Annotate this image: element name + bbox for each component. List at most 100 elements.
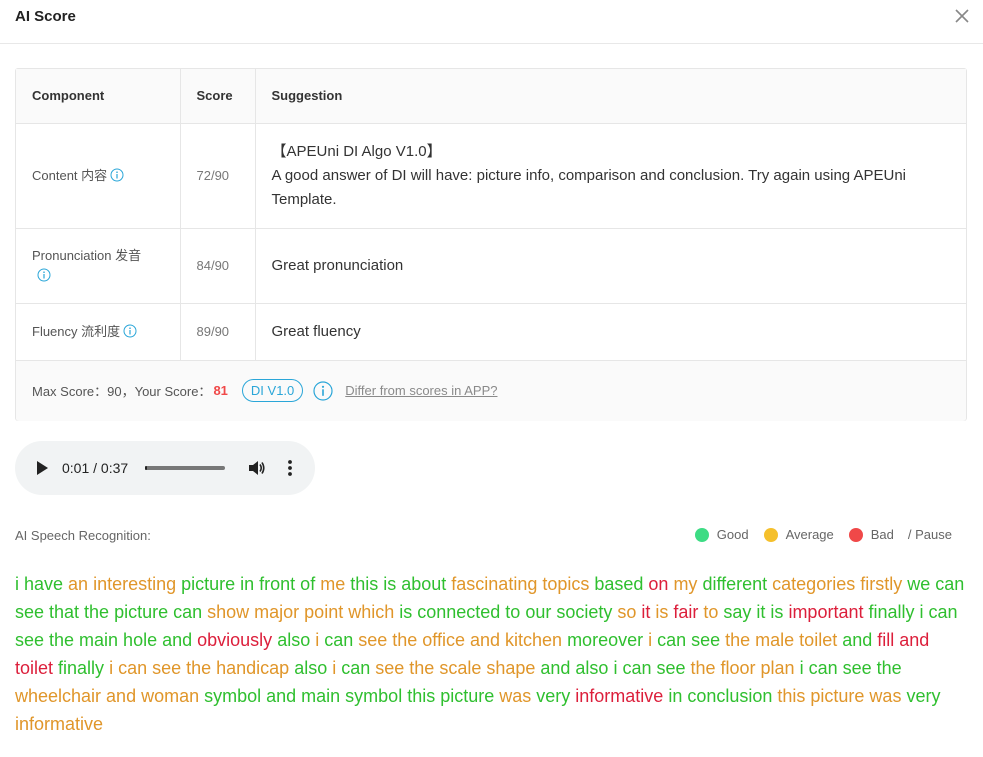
play-icon[interactable] bbox=[35, 460, 49, 476]
header-suggestion: Suggestion bbox=[255, 69, 966, 124]
transcript-segment: fascinating topics bbox=[446, 574, 590, 594]
transcript-segment: conclusion bbox=[682, 686, 773, 706]
transcript-segment: i bbox=[310, 630, 320, 650]
speech-transcript: i have an interesting picture in front o… bbox=[15, 570, 965, 738]
transcript-segment: very bbox=[901, 686, 941, 706]
transcript-segment: on bbox=[643, 574, 669, 594]
table-row-content: Content 内容 72/90 【APEUni DI Algo V1.0】 A… bbox=[16, 123, 966, 229]
dialog-header: AI Score bbox=[0, 0, 983, 44]
suggestion-text: A good answer of DI will have: picture i… bbox=[271, 166, 907, 208]
dialog-title: AI Score bbox=[15, 8, 76, 25]
transcript-segment: i bbox=[104, 658, 114, 678]
transcript-segment: to bbox=[698, 602, 719, 622]
transcript-segment: was bbox=[494, 686, 532, 706]
more-options-icon[interactable] bbox=[287, 459, 293, 477]
version-badge: DI V1.0 bbox=[241, 379, 304, 402]
score-summary: Max Score：90，Your Score： 81 DI V1.0 Diff… bbox=[16, 360, 966, 421]
transcript-segment: an interesting bbox=[63, 574, 177, 594]
transcript-segment: see the office and kitchen bbox=[353, 630, 563, 650]
transcript-segment: symbol and main symbol this picture bbox=[199, 686, 495, 706]
transcript-segment: very bbox=[531, 686, 571, 706]
differ-scores-link[interactable]: Differ from scores in APP? bbox=[345, 383, 497, 398]
suggestion-title: 【APEUni DI Algo V1.0】 bbox=[271, 142, 442, 160]
legend-good: Good bbox=[694, 527, 749, 542]
info-icon[interactable] bbox=[110, 168, 124, 182]
audio-player: 0:01 / 0:37 bbox=[15, 441, 315, 495]
legend-good-label: Good bbox=[716, 527, 749, 542]
transcript-segment: i can see bbox=[608, 658, 686, 678]
component-cell: Fluency 流利度 bbox=[16, 303, 181, 361]
suggestion-cell: Great pronunciation bbox=[255, 228, 966, 304]
transcript-segment: see the scale shape bbox=[370, 658, 536, 678]
info-icon[interactable] bbox=[313, 380, 333, 401]
transcript-segment: also bbox=[272, 630, 311, 650]
legend-bad-dot bbox=[848, 527, 863, 542]
component-label: Fluency 流利度 bbox=[32, 323, 121, 339]
legend-bad: Bad bbox=[848, 527, 894, 542]
transcript-segment: can bbox=[319, 630, 354, 650]
header-component: Component bbox=[16, 69, 181, 124]
table-row-fluency: Fluency 流利度 89/90 Great fluency bbox=[16, 303, 966, 361]
transcript-segment: finally bbox=[53, 658, 105, 678]
legend-average-label: Average bbox=[785, 527, 834, 542]
transcript-segment: important bbox=[783, 602, 864, 622]
score-cell: 72/90 bbox=[180, 123, 256, 229]
transcript-segment: it bbox=[636, 602, 651, 622]
audio-time: 0:01 / 0:37 bbox=[62, 460, 129, 476]
transcript-segment: moreover bbox=[562, 630, 644, 650]
component-cell: Content 内容 bbox=[16, 123, 181, 229]
table-row-pronunciation: Pronunciation 发音 84/90 Great pronunciati… bbox=[16, 228, 966, 304]
your-score-value: 81 bbox=[213, 383, 228, 398]
transcript-segment: me bbox=[315, 574, 346, 594]
transcript-segment: picture in front of bbox=[176, 574, 316, 594]
legend-good-dot bbox=[694, 527, 709, 542]
component-label: Content 内容 bbox=[32, 167, 108, 183]
legend-pause: / Pause bbox=[907, 527, 952, 542]
transcript-segment: i bbox=[327, 658, 337, 678]
speech-recognition-label: AI Speech Recognition: bbox=[15, 528, 151, 543]
transcript-segment: informative bbox=[570, 686, 664, 706]
transcript-segment: so bbox=[612, 602, 637, 622]
suggestion-cell: Great fluency bbox=[255, 303, 966, 361]
transcript-segment: in bbox=[663, 686, 683, 706]
transcript-segment: the male toilet bbox=[720, 630, 838, 650]
transcript-segment: and bbox=[837, 630, 873, 650]
transcript-segment: this picture was bbox=[772, 686, 902, 706]
transcript-segment: show major point which bbox=[202, 602, 395, 622]
transcript-segment: is bbox=[650, 602, 669, 622]
info-icon[interactable] bbox=[37, 268, 51, 282]
transcript-segment: i have bbox=[15, 574, 64, 594]
transcript-segment: categories bbox=[767, 574, 856, 594]
transcript-segment: i can see the bbox=[794, 658, 902, 678]
audio-progress-fill bbox=[145, 466, 148, 470]
transcript-segment: different bbox=[697, 574, 768, 594]
transcript-segment: can see the handicap bbox=[113, 658, 290, 678]
transcript-segment: the floor plan bbox=[685, 658, 795, 678]
legend-average-dot bbox=[763, 527, 778, 542]
audio-progress-slider[interactable] bbox=[145, 466, 225, 470]
color-legend: Good Average Bad / Pause bbox=[680, 527, 952, 542]
max-score-text: Max Score：90，Your Score： bbox=[32, 384, 212, 399]
transcript-segment: also bbox=[289, 658, 328, 678]
volume-icon[interactable] bbox=[248, 459, 266, 477]
transcript-segment: picture can bbox=[109, 602, 203, 622]
transcript-segment: based bbox=[589, 574, 644, 594]
transcript-segment: obviously bbox=[192, 630, 273, 650]
legend-average: Average bbox=[763, 527, 834, 542]
transcript-segment: my bbox=[668, 574, 698, 594]
transcript-segment: firstly bbox=[855, 574, 903, 594]
close-icon[interactable] bbox=[953, 7, 971, 25]
transcript-segment: this bbox=[345, 574, 379, 594]
suggestion-cell: 【APEUni DI Algo V1.0】 A good answer of D… bbox=[255, 123, 966, 229]
transcript-segment: is connected to our society bbox=[394, 602, 613, 622]
header-score: Score bbox=[180, 69, 256, 124]
transcript-segment: i bbox=[643, 630, 653, 650]
transcript-segment: can bbox=[336, 658, 371, 678]
transcript-segment: is about bbox=[378, 574, 447, 594]
transcript-segment: fair bbox=[668, 602, 699, 622]
transcript-segment: say it is bbox=[718, 602, 784, 622]
info-icon[interactable] bbox=[123, 324, 137, 338]
score-table: Component Score Suggestion Content 内容 72… bbox=[15, 68, 967, 421]
component-label: Pronunciation 发音 bbox=[32, 247, 142, 263]
transcript-segment: and also bbox=[535, 658, 609, 678]
